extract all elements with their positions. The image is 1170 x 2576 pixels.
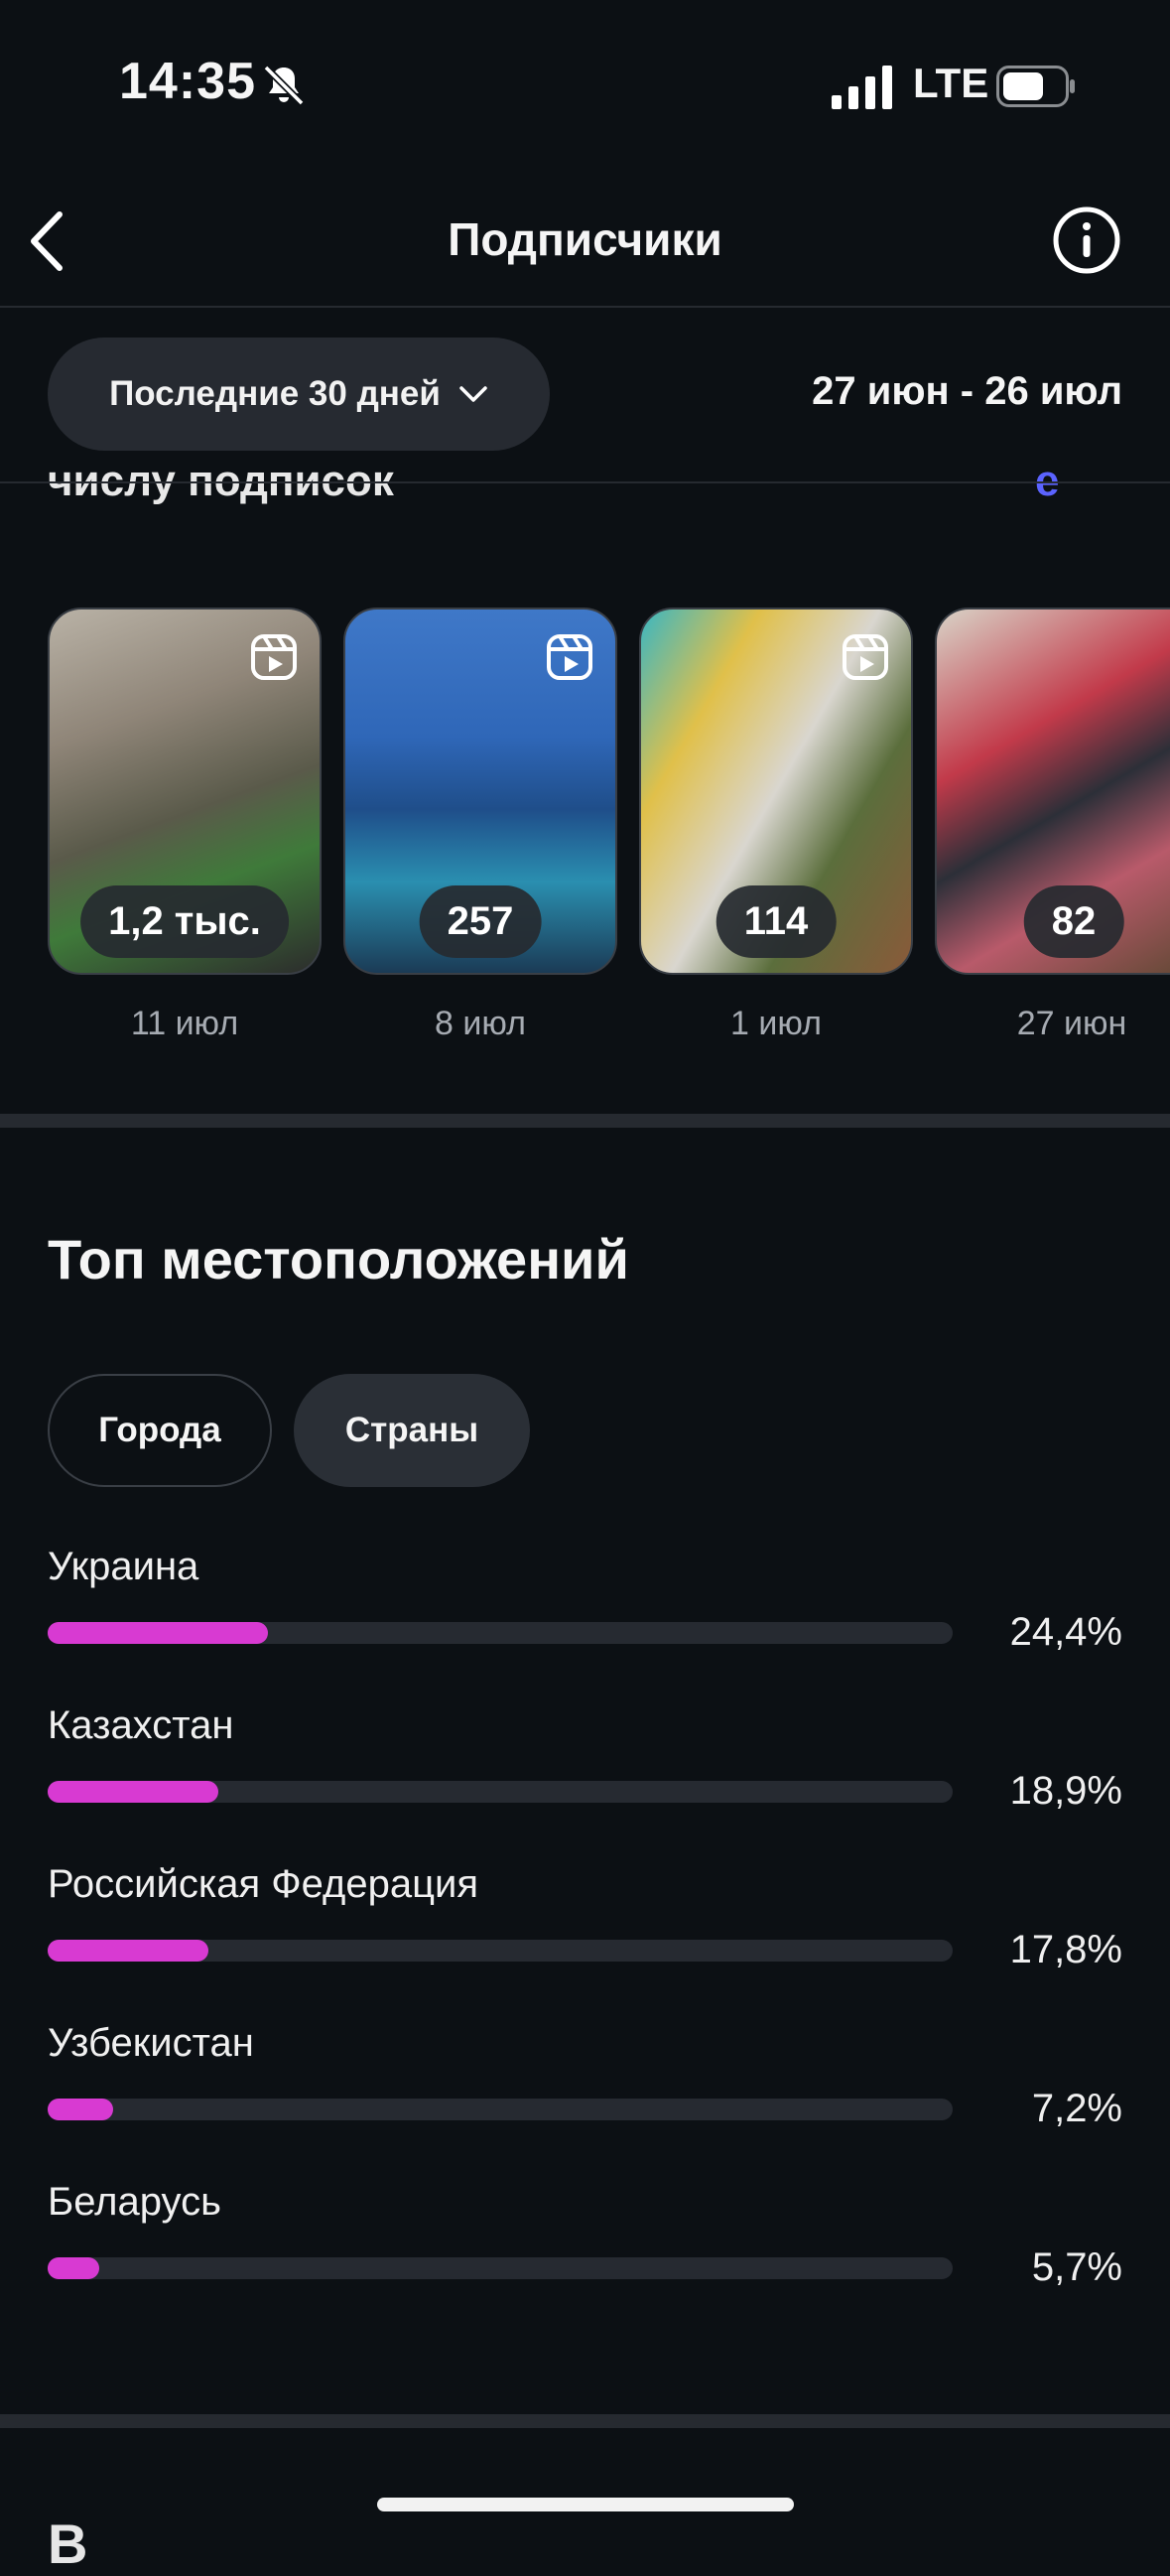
location-percent: 18,9% [1009,1769,1122,1813]
reel-thumbnail[interactable]: 114 [639,608,913,975]
location-bar-fill [48,2257,99,2279]
reel-date: 11 июл [130,1005,239,1042]
location-name: Украина [48,1545,199,1588]
tab-cities[interactable]: Города [48,1374,272,1487]
location-bar-fill [48,2099,113,2120]
reel-thumbnail[interactable]: 257 [343,608,617,975]
location-bar-track [48,1940,953,1962]
location-percent: 17,8% [1009,1928,1122,1971]
reel-date: 8 июл [435,1005,526,1042]
period-dropdown[interactable]: Последние 30 дней [48,338,550,451]
location-name: Российская Федерация [48,1862,479,1906]
section-divider [0,2414,1170,2428]
home-indicator [377,2498,794,2511]
section-divider [0,1114,1170,1128]
status-time: 14:35 [119,53,256,110]
location-bar-fill [48,1781,218,1803]
reel-follower-count: 257 [419,885,542,958]
location-percent: 5,7% [1031,2245,1122,2289]
location-name: Казахстан [48,1703,234,1747]
reel-follower-count: 114 [715,885,837,958]
info-icon[interactable] [1052,205,1121,275]
signal-icon [832,66,892,109]
location-name: Узбекистан [48,2021,254,2065]
network-type: LTE [913,60,989,106]
reel-follower-count: 1,2 тыс. [80,885,289,958]
filter-divider [0,481,1170,483]
top-locations-title: Топ местоположений [48,1228,629,1290]
location-percent: 24,4% [1009,1610,1122,1654]
date-range: 27 июн - 26 июл [812,369,1122,413]
header-divider [0,306,1170,308]
location-percent: 7,2% [1031,2087,1122,2130]
page-title: Подписчики [448,213,722,265]
tab-countries[interactable]: Страны [294,1374,530,1487]
location-bar-track [48,1781,953,1803]
reels-icon [547,634,592,680]
location-bar-fill [48,1622,268,1644]
reel-date: 27 июн [1016,1005,1127,1042]
location-bar-track [48,2257,953,2279]
reel-date: 1 июл [730,1005,822,1042]
location-bar-fill [48,1940,208,1962]
period-label: Последние 30 дней [109,374,441,413]
next-section-title-partial: В [48,2512,88,2575]
location-bar-track [48,1622,953,1644]
reels-icon [251,634,297,680]
reels-icon [843,634,888,680]
bell-slash-icon [263,65,305,106]
location-name: Беларусь [48,2180,221,2224]
chevron-down-icon [459,386,487,402]
reel-thumbnail[interactable]: 82 [935,608,1170,975]
battery-icon [996,66,1075,107]
reel-follower-count: 82 [1023,885,1124,958]
reel-thumbnail[interactable]: 1,2 тыс. [48,608,322,975]
location-bar-track [48,2099,953,2120]
